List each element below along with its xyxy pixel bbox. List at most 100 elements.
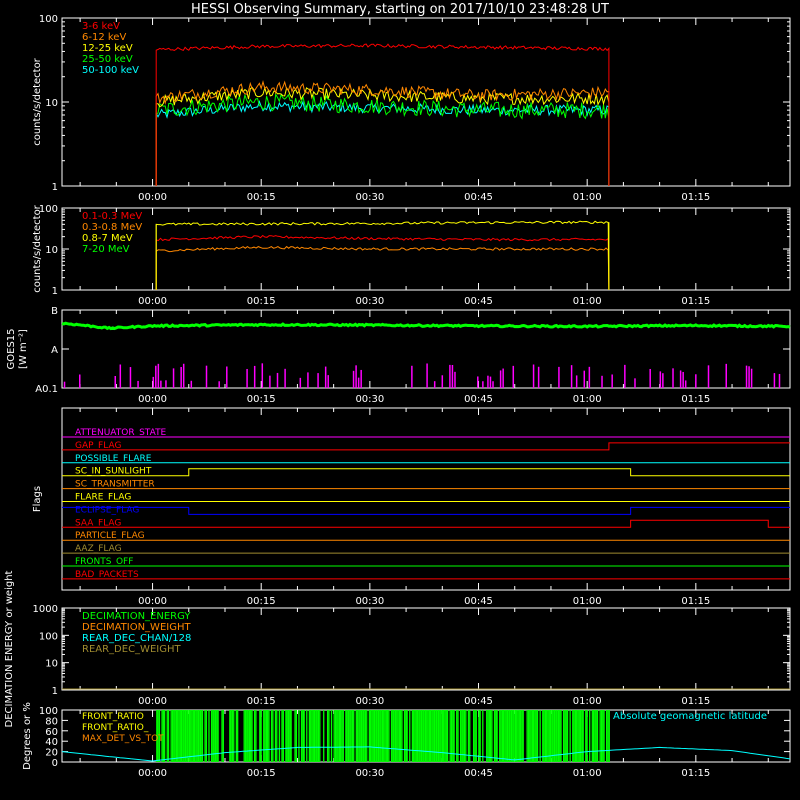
ratio-fill-bar (547, 710, 549, 762)
ratio-fill-bar (546, 710, 548, 762)
high-energy-legend-entry: 0.1-0.3 MeV (82, 211, 142, 222)
ratio-fill-bar (373, 710, 376, 762)
ratio-fill-bar (394, 710, 397, 762)
time-tick-label: 01:00 (573, 696, 602, 707)
ratio-y-tick-label: 40 (45, 737, 58, 748)
ratio-fill-bar (555, 710, 557, 762)
ratio-fill-bar (287, 710, 290, 762)
decimation-legend-entry: REAR_DEC_CHAN/128 (82, 633, 191, 644)
ratio-fill-bar (285, 710, 287, 762)
ratio-fill-bar (406, 710, 408, 762)
ratio-fill-bar (311, 710, 313, 762)
ratio-fill-bar (360, 710, 363, 762)
ratio-fill-bar (411, 710, 414, 762)
high-energy-y-tick-label: 1 (52, 286, 58, 297)
ratio-fill-bar (503, 710, 505, 762)
count-rate-legend-entry: 50-100 keV (82, 65, 139, 76)
ratio-fill-bar (217, 710, 219, 762)
ratio-fill-bar (405, 710, 407, 762)
ratio-fill-bar (586, 710, 588, 762)
ratio-fill-bar (177, 710, 179, 762)
high-energy-legend-entry: 0.3-0.8 MeV (82, 222, 142, 233)
ratio-fill-bar (192, 710, 194, 762)
ratio-fill-bar (390, 710, 393, 762)
ratio-fill-bar (427, 710, 429, 762)
ratio-fill-bar (323, 710, 325, 762)
ratio-fill-bar (237, 710, 239, 762)
decimation-y-tick-label: 10 (45, 659, 58, 670)
ratio-fill-bar (433, 710, 436, 762)
ratio-fill-bar (428, 710, 430, 762)
ratio-fill-bar (377, 710, 380, 762)
ratio-fill-bar (573, 710, 575, 762)
ratio-fill-bar (255, 710, 257, 762)
ratio-fill-bar (521, 710, 523, 762)
ratio-fill-bar (479, 710, 481, 762)
ratio-fill-bar (486, 710, 488, 762)
ratio-fill-bar (342, 710, 344, 762)
ratio-fill-bar (276, 710, 278, 762)
ratio-fill-bar (469, 710, 471, 762)
ratio-fill-bar (431, 710, 433, 762)
decimation-y-tick-label: 1000 (33, 604, 58, 615)
ratio-fill-bar (346, 710, 348, 762)
ratio-fill-bar (393, 710, 395, 762)
ratio-fill-bar (381, 710, 384, 762)
ratio-fill-bar (246, 710, 248, 762)
ratio-fill-bar (569, 710, 571, 762)
decimation-y-tick-label: 100 (39, 631, 58, 642)
ratio-fill-bar (317, 710, 320, 762)
ratio-fill-bar (326, 710, 329, 762)
ratio-fill-bar (260, 710, 262, 762)
ratio-fill-bar (350, 710, 352, 762)
time-tick-label: 00:15 (247, 596, 276, 607)
ratio-fill-bar (186, 710, 188, 762)
ratio-fill-bar (180, 710, 183, 762)
ratio-fill-bar (607, 710, 609, 762)
ratio-fill-bar (385, 710, 387, 762)
count-rate-y-tick-label: 10 (45, 98, 58, 109)
ratio-fill-bar (426, 710, 428, 762)
ratio-fill-bar (549, 710, 552, 762)
ratio-fill-bar (167, 710, 170, 762)
ratio-fill-bar (522, 710, 524, 762)
high-energy-legend-entry: 0.8-7 MeV (82, 233, 133, 244)
flag-trace (62, 468, 790, 477)
ratio-fill-bar (504, 710, 506, 762)
ratio-fill-bar (171, 710, 174, 762)
ratio-fill-bar (384, 710, 386, 762)
high-energy-series-1 (155, 245, 610, 291)
count-rate-legend-entry: 3-6 keV (82, 21, 120, 32)
ratio-fill-bar (199, 710, 201, 762)
ratio-fill-bar (338, 710, 341, 762)
ratio-fill-bar (200, 710, 202, 762)
ratio-fill-bar (272, 710, 274, 762)
ratio-fill-bar (303, 710, 305, 762)
time-tick-label: 00:00 (138, 596, 167, 607)
ratio-fill-bar (316, 710, 318, 762)
ratio-fill-bar (439, 710, 441, 762)
time-tick-label: 00:00 (138, 296, 167, 307)
time-tick-label: 00:30 (355, 696, 384, 707)
ratio-fill-bar (270, 710, 273, 762)
ratio-fill-bar (505, 710, 507, 762)
ratio-legend-entry: MAX_DET_VS_TOT (82, 734, 164, 744)
ratio-fill-bar (518, 710, 520, 762)
ratio-fill-bar (594, 710, 596, 762)
time-tick-label: 00:15 (247, 696, 276, 707)
ratio-fill-bar (491, 710, 493, 762)
ratio-fill-bar (319, 710, 321, 762)
ratio-fill-bar (353, 710, 355, 762)
high-energy-series-2 (155, 220, 610, 291)
ratio-fill-bar (596, 710, 599, 762)
time-tick-label: 00:45 (464, 596, 493, 607)
ratio-fill-bar (441, 710, 444, 762)
ratio-fill-bar (487, 710, 489, 762)
ratio-fill-bar (334, 710, 337, 762)
ratio-y-tick-label: 80 (45, 716, 58, 727)
ratio-fill-bar (302, 710, 304, 762)
ratio-fill-bar (535, 710, 537, 762)
ratio-fill-bar (542, 710, 544, 762)
goes-flux-trace (61, 321, 791, 331)
ratio-fill-bar (187, 710, 189, 762)
